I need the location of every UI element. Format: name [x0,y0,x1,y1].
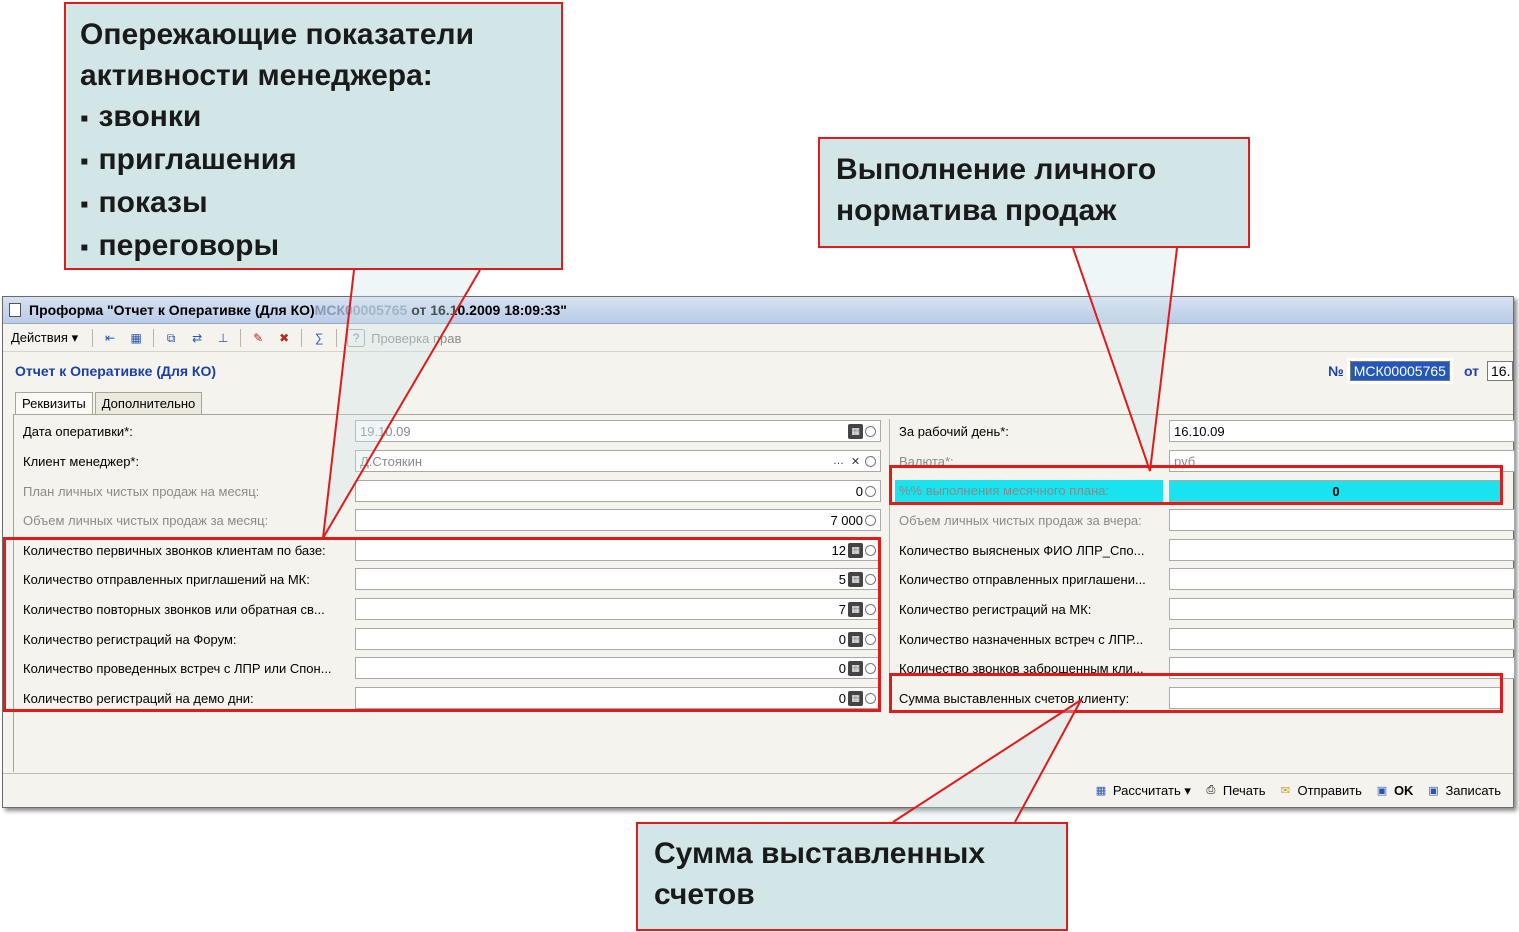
tab-additional[interactable]: Дополнительно [94,392,203,414]
calculator-icon: ▦ [1095,785,1107,797]
send-button[interactable]: ✉ Отправить [1277,783,1362,798]
invitations-sent-2-field[interactable] [1169,568,1515,590]
actions-menu[interactable]: Действия ▾ [11,330,78,346]
toolbar-separator [153,329,155,347]
number-label: № [1328,363,1344,379]
callout-activity-title: Опережающие показатели активности менедж… [80,18,475,92]
callout-item-shows: показы [80,182,547,225]
label-meeting-date: Дата оперативки*: [23,424,133,439]
yesterday-sales-field[interactable] [1169,509,1515,531]
ok-label: OK [1393,783,1414,798]
search-icon[interactable] [865,425,876,437]
meeting-date-value: 19.10.09 [360,423,411,439]
number-field[interactable]: МСК00005765 [1346,358,1453,384]
activity-indicators-highlight [3,537,881,712]
envelope-icon: ✉ [1280,785,1291,797]
window-title-number: МСК00005765 [314,302,408,318]
label-invitations-sent-2: Количество отправленных приглашени... [899,572,1146,587]
label-yesterday-sales: Объем личных чистых продаж за вчера: [899,513,1142,528]
save-button[interactable]: ▣ Записать [1425,783,1501,798]
callout-item-invitations: приглашения [80,139,547,182]
callout-sales-norm: Выполнение личного норматива продаж [818,137,1250,248]
label-monthly-sales: Объем личных чистых продаж за месяц: [23,513,269,528]
label-lpr-names: Количество выясненых ФИО ЛПР_Спо... [899,543,1145,558]
toolbar-separator [92,329,94,347]
invoices-sum-highlight [889,673,1503,713]
document-date-field[interactable]: 16. [1487,361,1513,381]
tab-strip: Реквизиты Дополнительно [15,392,204,414]
label-mk-registrations: Количество регистраций на МК: [899,602,1092,617]
bottom-command-bar: ▦ Рассчитать ▾ ⎙ Печать ✉ Отправить ▣ OK… [3,773,1513,807]
monthly-plan-field[interactable]: 0 [355,480,881,502]
monthly-sales-field[interactable]: 7 000 [355,509,881,531]
client-manager-field[interactable]: Д.Стоякин … ✕ [355,450,881,472]
calendar-icon[interactable]: ▦ [848,423,863,439]
toolbar: Действия ▾ ⇤ ▦ ⧉ ⇄ ⊥ ✎ ✖ ∑ ? Проверка пр… [3,325,1513,352]
monthly-plan-value: 0 [855,483,863,499]
printer-icon: ⎙ [1206,784,1216,796]
window-title-prefix: Проформа "Отчет к Оперативке (Для КО) [29,302,315,318]
save-close-icon: ▣ [1376,785,1388,797]
check-rights-button[interactable]: Проверка прав [371,331,461,346]
mk-registrations-field[interactable] [1169,598,1515,620]
plan-completion-highlight [889,465,1503,505]
window-titlebar: Проформа "Отчет к Оперативке (Для КО) МС… [3,297,1513,324]
print-label: Печать [1222,783,1266,798]
label-monthly-plan: План личных чистых продаж на месяц: [23,484,260,499]
toolbar-separator [301,329,303,347]
lpr-names-field[interactable] [1169,539,1515,561]
window-title-suffix: от 16.10.2009 18:09:33" [411,302,567,318]
save-label: Записать [1445,783,1501,798]
debit-credit-icon[interactable]: ∑ [309,329,329,347]
label-client-manager: Клиент менеджер*: [23,454,140,469]
column-divider [889,419,890,711]
client-manager-value: Д.Стоякин [360,453,423,469]
meetings-scheduled-field[interactable] [1169,628,1515,650]
search-icon[interactable] [865,455,876,467]
clear-icon[interactable]: ✕ [848,454,863,469]
help-icon[interactable]: ? [347,329,366,347]
edit-doc-icon[interactable]: ✎ [248,329,268,347]
delete-doc-icon[interactable]: ✖ [274,329,294,347]
calculate-button[interactable]: ▦ Рассчитать ▾ [1093,783,1191,799]
document-icon [9,303,21,317]
copy-icon[interactable]: ⧉ [161,329,181,347]
calculate-label: Рассчитать ▾ [1112,782,1191,798]
callout-activity-list: звонки приглашения показы переговоры [80,96,547,268]
toolbar-separator [336,329,338,347]
work-day-field[interactable]: 16.10.09 [1169,420,1515,442]
toolbar-separator [240,329,242,347]
floppy-icon: ▣ [1428,785,1439,797]
callout-invoices-sum: Сумма выставленных счетов [636,822,1068,931]
label-work-day: За рабочий день*: [899,424,1009,439]
arrow-left-icon[interactable]: ⇤ [100,329,120,347]
search-icon[interactable] [865,485,876,497]
transfer-icon[interactable]: ⇄ [187,329,207,347]
ok-button[interactable]: ▣ OK [1374,783,1414,798]
doc-number-area: № МСК00005765 от 16. [1328,358,1513,384]
search-icon[interactable] [865,514,876,526]
meeting-date-field[interactable]: 19.10.09 ▦ [355,420,881,442]
callout-item-calls: звонки [80,96,547,139]
send-label: Отправить [1297,783,1362,798]
label-meetings-scheduled: Количество назначенных встреч с ЛПР... [899,632,1144,647]
tree-icon[interactable]: ⊥ [213,329,233,347]
date-from-label: от [1463,363,1479,379]
tab-requisites[interactable]: Реквизиты [15,392,93,414]
work-day-value: 16.10.09 [1174,423,1225,439]
print-button[interactable]: ⎙ Печать [1203,783,1266,798]
callout-item-negotiations: переговоры [80,225,547,268]
monthly-sales-value: 7 000 [830,512,863,528]
form-title: Отчет к Оперативке (Для КО) [15,363,217,379]
callout-activity-indicators: Опережающие показатели активности менедж… [64,2,563,270]
select-icon[interactable]: … [831,454,846,469]
table-icon[interactable]: ▦ [126,329,146,347]
